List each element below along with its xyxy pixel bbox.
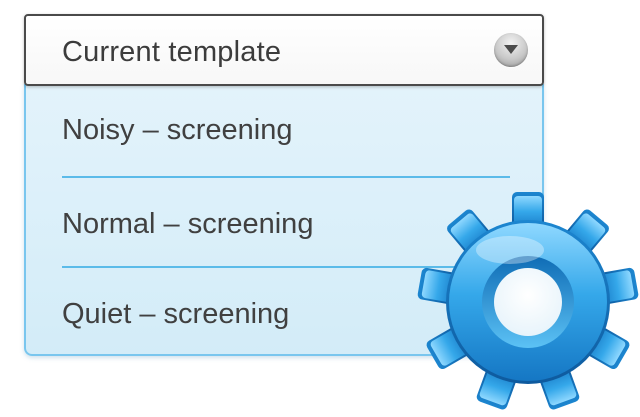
option-label: Normal – screening <box>62 208 314 240</box>
option-label: Quiet – screening <box>62 298 290 330</box>
gear-icon <box>417 192 639 410</box>
template-select[interactable]: Current template <box>24 14 544 86</box>
selected-template-label: Current template <box>62 36 282 68</box>
template-selector: Current template Noisy – screening Norma… <box>0 0 640 417</box>
dropdown-toggle-button[interactable] <box>494 33 528 67</box>
option-noisy-screening[interactable]: Noisy – screening <box>26 84 542 172</box>
chevron-down-icon <box>504 45 518 54</box>
option-label: Noisy – screening <box>62 114 293 146</box>
